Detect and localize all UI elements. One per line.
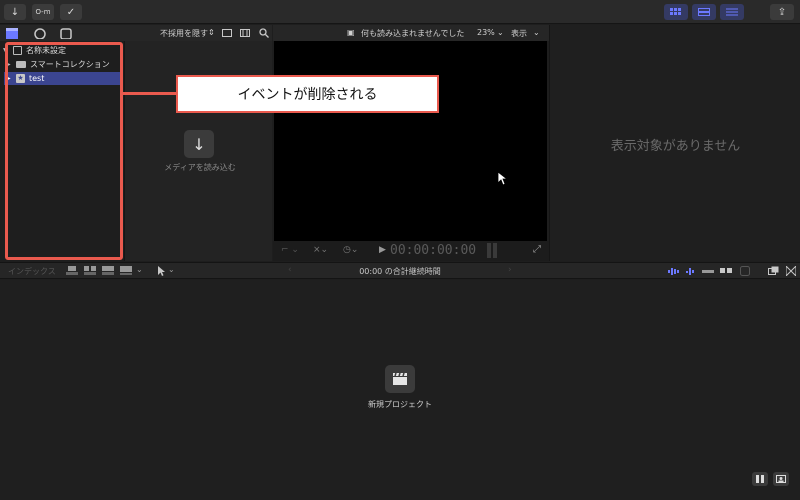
bowtie-icon[interactable] [786,266,796,276]
transform-icon[interactable]: ⌐ ⌄ [281,245,299,255]
solo-icon[interactable] [686,267,698,276]
share-icon[interactable]: ⇪ [770,4,794,20]
import-icon[interactable]: ↓ [4,4,26,20]
crop-icon[interactable]: ⨯⌄ [313,245,328,255]
arrow-down-icon: ↓ [192,134,206,154]
keyword-icon[interactable]: O-m [32,4,54,20]
total-duration-text: 00:00 の合計継続時間 [359,267,441,276]
photos-icon[interactable] [34,28,46,39]
import-media-button[interactable]: ↓ [184,130,214,158]
annotation-connector [123,92,176,95]
inspector-empty-text: 表示対象がありません [610,139,741,154]
hide-rejected-dropdown[interactable]: 不採用を隠す [160,28,208,39]
inspector-toggle-button[interactable] [720,4,744,20]
pause-glyph [756,475,764,483]
person-frame-icon [776,475,786,483]
audio-skimming-icon[interactable] [668,267,680,276]
annotation-highlight-box [5,42,123,260]
viewer-controls: ⌐ ⌄ ⨯⌄ ◷⌄ ▶ 00:00:00:00 ⤢ [273,241,549,261]
sliders-icon [726,8,738,16]
timeline-icon [698,8,710,16]
dropdown-arrow-icon[interactable]: ⇕ [208,28,215,37]
timeline-toggle-button[interactable] [692,4,716,20]
clapper-icon[interactable] [6,28,18,39]
grid-icon [670,8,681,15]
speed-icon[interactable]: ◷⌄ [343,245,358,255]
viewer-status-text: 何も読み込まれませんでした [361,29,465,38]
chevron-down-icon[interactable]: ⌄ [497,28,504,37]
history-forward-icon[interactable]: › [508,265,512,275]
view-menu[interactable]: 表示 [511,28,527,39]
timeline-toolbar: インデックス ⌄ ⌄ ‹ 00:00 の合計継続時間 › [0,262,800,279]
analyze-icon[interactable]: ✓ [60,4,82,20]
viewer-header: ▣ 何も読み込まれませんでした 23% ⌄ 表示 ⌄ [273,25,549,41]
new-project-button[interactable] [385,365,415,393]
transitions-browser-icon[interactable] [768,266,779,276]
fullscreen-icon[interactable]: ⤢ [533,244,541,255]
timecode-display: 00:00:00:00 [390,243,477,258]
import-media-label: メディアを読み込む [164,163,236,172]
zoom-dropdown[interactable]: 23% [477,28,495,37]
status-icon: ▣ [347,28,355,37]
clapperboard-icon [393,372,407,385]
music-icon[interactable] [60,28,72,39]
viewer-canvas[interactable] [274,41,547,241]
audio-meter [487,243,491,258]
mouse-cursor-icon [498,172,508,186]
filmstrip-icon[interactable] [240,29,250,37]
top-toolbar: ↓ O-m ✓ ⇪ [0,0,800,24]
play-icon[interactable]: ▶ [379,245,386,255]
new-project-label: 新規プロジェクト [368,400,432,409]
clip-appearance-icon[interactable] [222,29,232,37]
effects-browser-icon[interactable] [740,266,750,276]
inspector-panel: 表示対象がありません [549,25,800,261]
annotation-callout: イベントが削除される [176,75,439,113]
browser-toggle-button[interactable] [664,4,688,20]
pause-icon[interactable] [752,472,768,486]
chevron-down-icon[interactable]: ⌄ [533,28,540,37]
snapping-icon[interactable] [702,267,714,276]
library-header: 不採用を隠す ⇕ [0,25,272,41]
picture-icon[interactable] [773,472,789,486]
search-icon[interactable] [259,28,269,38]
audio-meter [493,243,497,258]
clip-appearance-icon[interactable] [720,266,732,276]
